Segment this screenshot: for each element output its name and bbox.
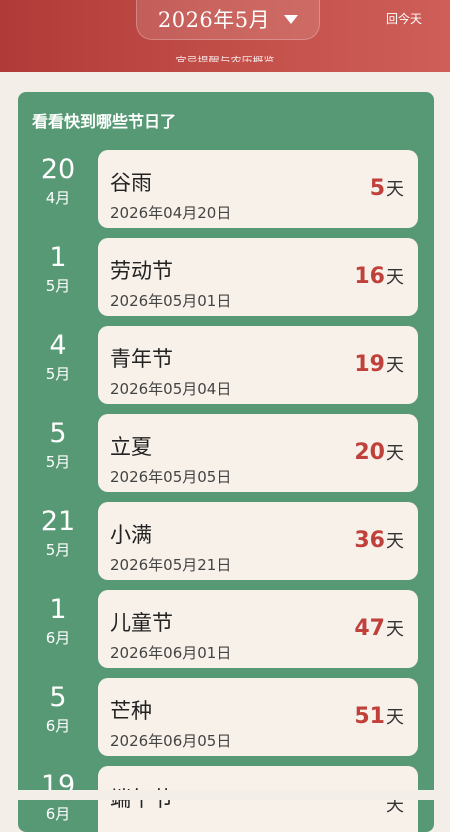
days-remaining: 47天 xyxy=(354,615,404,641)
holiday-month: 6月 xyxy=(45,805,71,823)
days-unit: 天 xyxy=(386,707,404,728)
days-count: 51 xyxy=(354,704,385,729)
holiday-day: 1 xyxy=(49,594,67,625)
days-count: 20 xyxy=(354,440,385,465)
holiday-date-column: 21 5月 xyxy=(18,506,98,562)
holiday-name: 劳动节 xyxy=(110,259,173,283)
days-remaining: 16天 xyxy=(354,263,404,289)
holiday-date-column: 5 6月 xyxy=(18,682,98,738)
holiday-day: 20 xyxy=(40,154,76,185)
holiday-date-column: 1 5月 xyxy=(18,242,98,298)
holiday-date-column: 1 6月 xyxy=(18,594,98,650)
holiday-name: 谷雨 xyxy=(110,171,152,195)
holiday-name: 小满 xyxy=(110,523,152,547)
days-count: 5 xyxy=(369,176,385,201)
caret-down-icon xyxy=(284,14,299,24)
days-remaining: 5天 xyxy=(370,175,404,201)
holiday-month: 4月 xyxy=(45,189,71,207)
bottom-edge xyxy=(0,790,450,800)
holiday-card[interactable]: 小满 2026年05月21日 36天 xyxy=(98,502,418,580)
holiday-card[interactable]: 青年节 2026年05月04日 19天 xyxy=(98,326,418,404)
holiday-full-date: 2026年05月05日 xyxy=(110,468,232,486)
holiday-date-column: 20 4月 xyxy=(18,154,98,210)
holiday-full-date: 2026年06月01日 xyxy=(110,644,232,662)
back-to-today-button[interactable]: 回今天 xyxy=(386,10,422,27)
holiday-date-column: 4 5月 xyxy=(18,330,98,386)
holiday-card[interactable]: 立夏 2026年05月05日 20天 xyxy=(98,414,418,492)
holiday-month: 5月 xyxy=(45,365,71,383)
days-unit: 天 xyxy=(386,443,404,464)
holiday-row[interactable]: 5 6月 芒种 2026年06月05日 51天 xyxy=(18,678,434,758)
holiday-full-date: 2026年04月20日 xyxy=(110,204,232,222)
days-unit: 天 xyxy=(386,179,404,200)
holiday-row[interactable]: 1 6月 儿童节 2026年06月01日 47天 xyxy=(18,590,434,670)
header-subtitle: 宜忌提醒与农历概览 xyxy=(175,55,275,62)
holiday-full-date: 2026年06月05日 xyxy=(110,732,232,750)
holiday-full-date: 2026年05月04日 xyxy=(110,380,232,398)
app-header: 2026年5月 回今天 宜忌提醒与农历概览 xyxy=(0,0,450,72)
holiday-full-date: 2026年05月01日 xyxy=(110,292,232,310)
days-count: 36 xyxy=(354,528,385,553)
days-remaining: 36天 xyxy=(354,527,404,553)
holiday-card[interactable]: 儿童节 2026年06月01日 47天 xyxy=(98,590,418,668)
days-count: 19 xyxy=(354,352,385,377)
upcoming-holidays-panel: 看看快到哪些节日了 20 4月 谷雨 2026年04月20日 5天 1 5月 劳… xyxy=(18,92,434,832)
holiday-date-column: 5 5月 xyxy=(18,418,98,474)
holiday-full-date: 2026年05月21日 xyxy=(110,556,232,574)
holiday-day: 5 xyxy=(49,418,67,449)
holiday-row[interactable]: 20 4月 谷雨 2026年04月20日 5天 xyxy=(18,150,434,230)
holiday-day: 4 xyxy=(49,330,67,361)
holiday-card[interactable]: 劳动节 2026年05月01日 16天 xyxy=(98,238,418,316)
days-remaining: 19天 xyxy=(354,351,404,377)
panel-title: 看看快到哪些节日了 xyxy=(32,112,177,131)
holiday-row[interactable]: 21 5月 小满 2026年05月21日 36天 xyxy=(18,502,434,582)
month-selector[interactable]: 2026年5月 xyxy=(136,0,320,40)
holiday-month: 5月 xyxy=(45,277,71,295)
days-unit: 天 xyxy=(386,267,404,288)
days-unit: 天 xyxy=(386,619,404,640)
holiday-day: 5 xyxy=(49,682,67,713)
days-count: 47 xyxy=(354,616,385,641)
days-count: 16 xyxy=(354,264,385,289)
holiday-day: 21 xyxy=(40,506,76,537)
holiday-name: 芒种 xyxy=(110,699,152,723)
holiday-month: 5月 xyxy=(45,541,71,559)
holiday-row[interactable]: 5 5月 立夏 2026年05月05日 20天 xyxy=(18,414,434,494)
holiday-row[interactable]: 1 5月 劳动节 2026年05月01日 16天 xyxy=(18,238,434,318)
holiday-name: 青年节 xyxy=(110,347,173,371)
holiday-card[interactable]: 谷雨 2026年04月20日 5天 xyxy=(98,150,418,228)
days-remaining: 20天 xyxy=(354,439,404,465)
holiday-name: 儿童节 xyxy=(110,611,173,635)
holiday-day: 1 xyxy=(49,242,67,273)
holiday-month: 6月 xyxy=(45,717,71,735)
holiday-month: 6月 xyxy=(45,629,71,647)
holiday-month: 5月 xyxy=(45,453,71,471)
holiday-card[interactable]: 芒种 2026年06月05日 51天 xyxy=(98,678,418,756)
days-unit: 天 xyxy=(386,531,404,552)
holiday-row[interactable]: 4 5月 青年节 2026年05月04日 19天 xyxy=(18,326,434,406)
month-label: 2026年5月 xyxy=(157,8,271,32)
days-unit: 天 xyxy=(386,355,404,376)
holiday-name: 立夏 xyxy=(110,435,152,459)
days-remaining: 51天 xyxy=(354,703,404,729)
